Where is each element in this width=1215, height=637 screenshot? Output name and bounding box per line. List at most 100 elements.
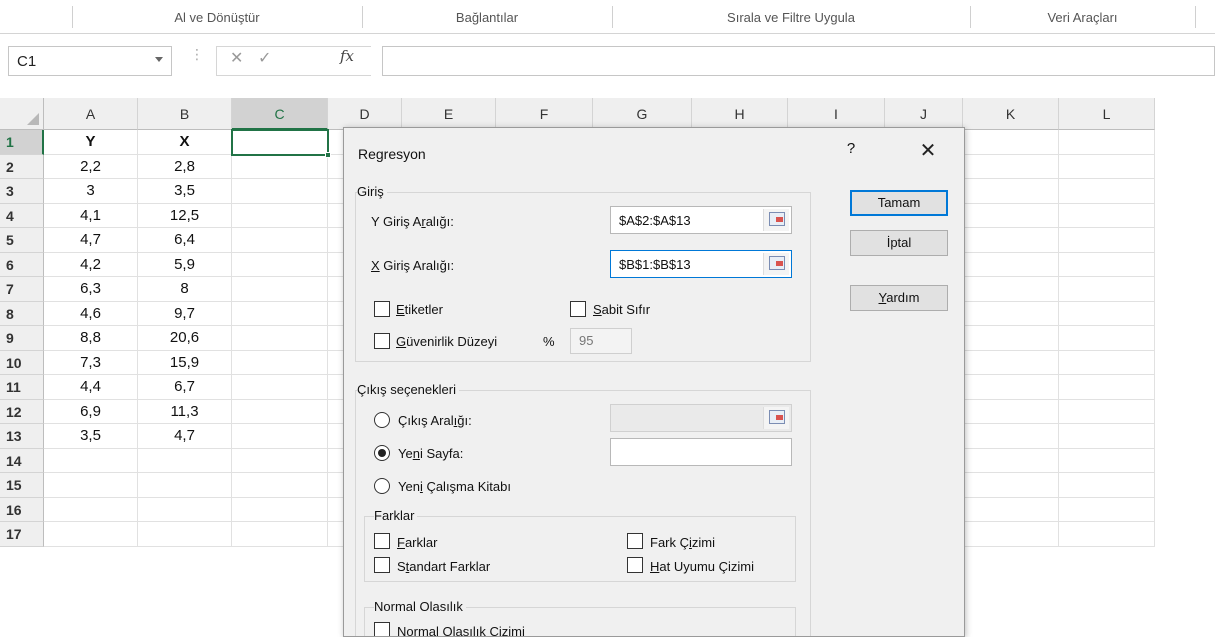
y-range-input[interactable]: $A$2:$A$13 xyxy=(610,206,792,234)
cell-b6[interactable]: 5,9 xyxy=(138,252,232,277)
row-header-12[interactable]: 12 xyxy=(0,399,44,424)
cell-a11[interactable]: 4,4 xyxy=(44,375,138,400)
cell-l15[interactable] xyxy=(1059,473,1155,498)
column-header-g[interactable]: G xyxy=(593,98,692,130)
cell-b3[interactable]: 3,5 xyxy=(138,179,232,204)
cell-a15[interactable] xyxy=(44,473,138,498)
active-cell-outline[interactable] xyxy=(231,129,329,156)
residuals-checkbox[interactable] xyxy=(374,533,390,549)
cell-a8[interactable]: 4,6 xyxy=(44,301,138,326)
column-header-k[interactable]: K xyxy=(963,98,1059,130)
cell-k7[interactable] xyxy=(963,277,1059,302)
cell-l3[interactable] xyxy=(1059,179,1155,204)
column-header-j[interactable]: J xyxy=(885,98,963,130)
select-all-icon[interactable] xyxy=(27,113,39,125)
row-header-16[interactable]: 16 xyxy=(0,497,44,522)
cell-k13[interactable] xyxy=(963,424,1059,449)
cell-c8[interactable] xyxy=(232,301,328,326)
row-header-15[interactable]: 15 xyxy=(0,473,44,498)
output-range-radio[interactable] xyxy=(374,412,390,428)
cell-a7[interactable]: 6,3 xyxy=(44,277,138,302)
cell-k12[interactable] xyxy=(963,399,1059,424)
range-select-button[interactable] xyxy=(763,407,789,429)
cell-a2[interactable]: 2,2 xyxy=(44,154,138,179)
help-icon[interactable]: ? xyxy=(839,140,863,157)
cell-c11[interactable] xyxy=(232,375,328,400)
cell-b16[interactable] xyxy=(138,497,232,522)
cell-c7[interactable] xyxy=(232,277,328,302)
drag-handle-icon[interactable]: ⋮ xyxy=(190,47,204,61)
cell-k10[interactable] xyxy=(963,350,1059,375)
cell-l13[interactable] xyxy=(1059,424,1155,449)
cell-k8[interactable] xyxy=(963,301,1059,326)
row-header-9[interactable]: 9 xyxy=(0,326,44,351)
residual-plots-checkbox[interactable] xyxy=(627,533,643,549)
row-header-1[interactable]: 1 xyxy=(0,130,44,155)
cell-b11[interactable]: 6,7 xyxy=(138,375,232,400)
cell-b15[interactable] xyxy=(138,473,232,498)
cell-c17[interactable] xyxy=(232,522,328,547)
new-workbook-radio[interactable] xyxy=(374,478,390,494)
cell-a16[interactable] xyxy=(44,497,138,522)
row-header-2[interactable]: 2 xyxy=(0,154,44,179)
enter-icon[interactable]: ✓ xyxy=(258,48,271,68)
cell-c2[interactable] xyxy=(232,154,328,179)
cell-b14[interactable] xyxy=(138,448,232,473)
chevron-down-icon[interactable] xyxy=(155,57,163,62)
new-sheet-input[interactable] xyxy=(610,438,792,466)
cell-b4[interactable]: 12,5 xyxy=(138,203,232,228)
range-select-button[interactable] xyxy=(763,209,789,231)
cell-b17[interactable] xyxy=(138,522,232,547)
labels-checkbox[interactable] xyxy=(374,301,390,317)
help-button[interactable]: Yardım xyxy=(850,285,948,311)
select-all-corner[interactable] xyxy=(0,98,44,130)
cell-c9[interactable] xyxy=(232,326,328,351)
column-header-f[interactable]: F xyxy=(496,98,593,130)
cell-l11[interactable] xyxy=(1059,375,1155,400)
line-fit-checkbox[interactable] xyxy=(627,557,643,573)
cell-l8[interactable] xyxy=(1059,301,1155,326)
row-header-4[interactable]: 4 xyxy=(0,203,44,228)
cell-c4[interactable] xyxy=(232,203,328,228)
cell-a9[interactable]: 8,8 xyxy=(44,326,138,351)
row-header-11[interactable]: 11 xyxy=(0,375,44,400)
cell-k15[interactable] xyxy=(963,473,1059,498)
cell-c12[interactable] xyxy=(232,399,328,424)
confidence-input[interactable]: 95 xyxy=(570,328,632,354)
normal-plots-checkbox[interactable] xyxy=(374,622,390,636)
output-range-input[interactable] xyxy=(610,404,792,432)
cell-k5[interactable] xyxy=(963,228,1059,253)
column-header-l[interactable]: L xyxy=(1059,98,1155,130)
cell-k2[interactable] xyxy=(963,154,1059,179)
cell-b5[interactable]: 6,4 xyxy=(138,228,232,253)
column-header-d[interactable]: D xyxy=(328,98,402,130)
cell-a14[interactable] xyxy=(44,448,138,473)
cell-c5[interactable] xyxy=(232,228,328,253)
cell-l2[interactable] xyxy=(1059,154,1155,179)
cell-c3[interactable] xyxy=(232,179,328,204)
cell-l10[interactable] xyxy=(1059,350,1155,375)
x-range-input[interactable]: $B$1:$B$13 xyxy=(610,250,792,278)
cell-b9[interactable]: 20,6 xyxy=(138,326,232,351)
cell-b13[interactable]: 4,7 xyxy=(138,424,232,449)
cell-l4[interactable] xyxy=(1059,203,1155,228)
column-header-e[interactable]: E xyxy=(402,98,496,130)
row-header-8[interactable]: 8 xyxy=(0,301,44,326)
cell-a3[interactable]: 3 xyxy=(44,179,138,204)
formula-input[interactable] xyxy=(382,46,1215,76)
row-header-6[interactable]: 6 xyxy=(0,252,44,277)
cell-l1[interactable] xyxy=(1059,130,1155,155)
cell-c16[interactable] xyxy=(232,497,328,522)
ok-button[interactable]: Tamam xyxy=(850,190,948,216)
fill-handle[interactable] xyxy=(325,151,331,158)
cell-c14[interactable] xyxy=(232,448,328,473)
cancel-button[interactable]: İptal xyxy=(850,230,948,256)
cell-a10[interactable]: 7,3 xyxy=(44,350,138,375)
column-header-a[interactable]: A xyxy=(44,98,138,130)
range-select-button[interactable] xyxy=(763,253,789,275)
cell-a13[interactable]: 3,5 xyxy=(44,424,138,449)
cell-k6[interactable] xyxy=(963,252,1059,277)
cell-c15[interactable] xyxy=(232,473,328,498)
cell-l16[interactable] xyxy=(1059,497,1155,522)
cell-k9[interactable] xyxy=(963,326,1059,351)
